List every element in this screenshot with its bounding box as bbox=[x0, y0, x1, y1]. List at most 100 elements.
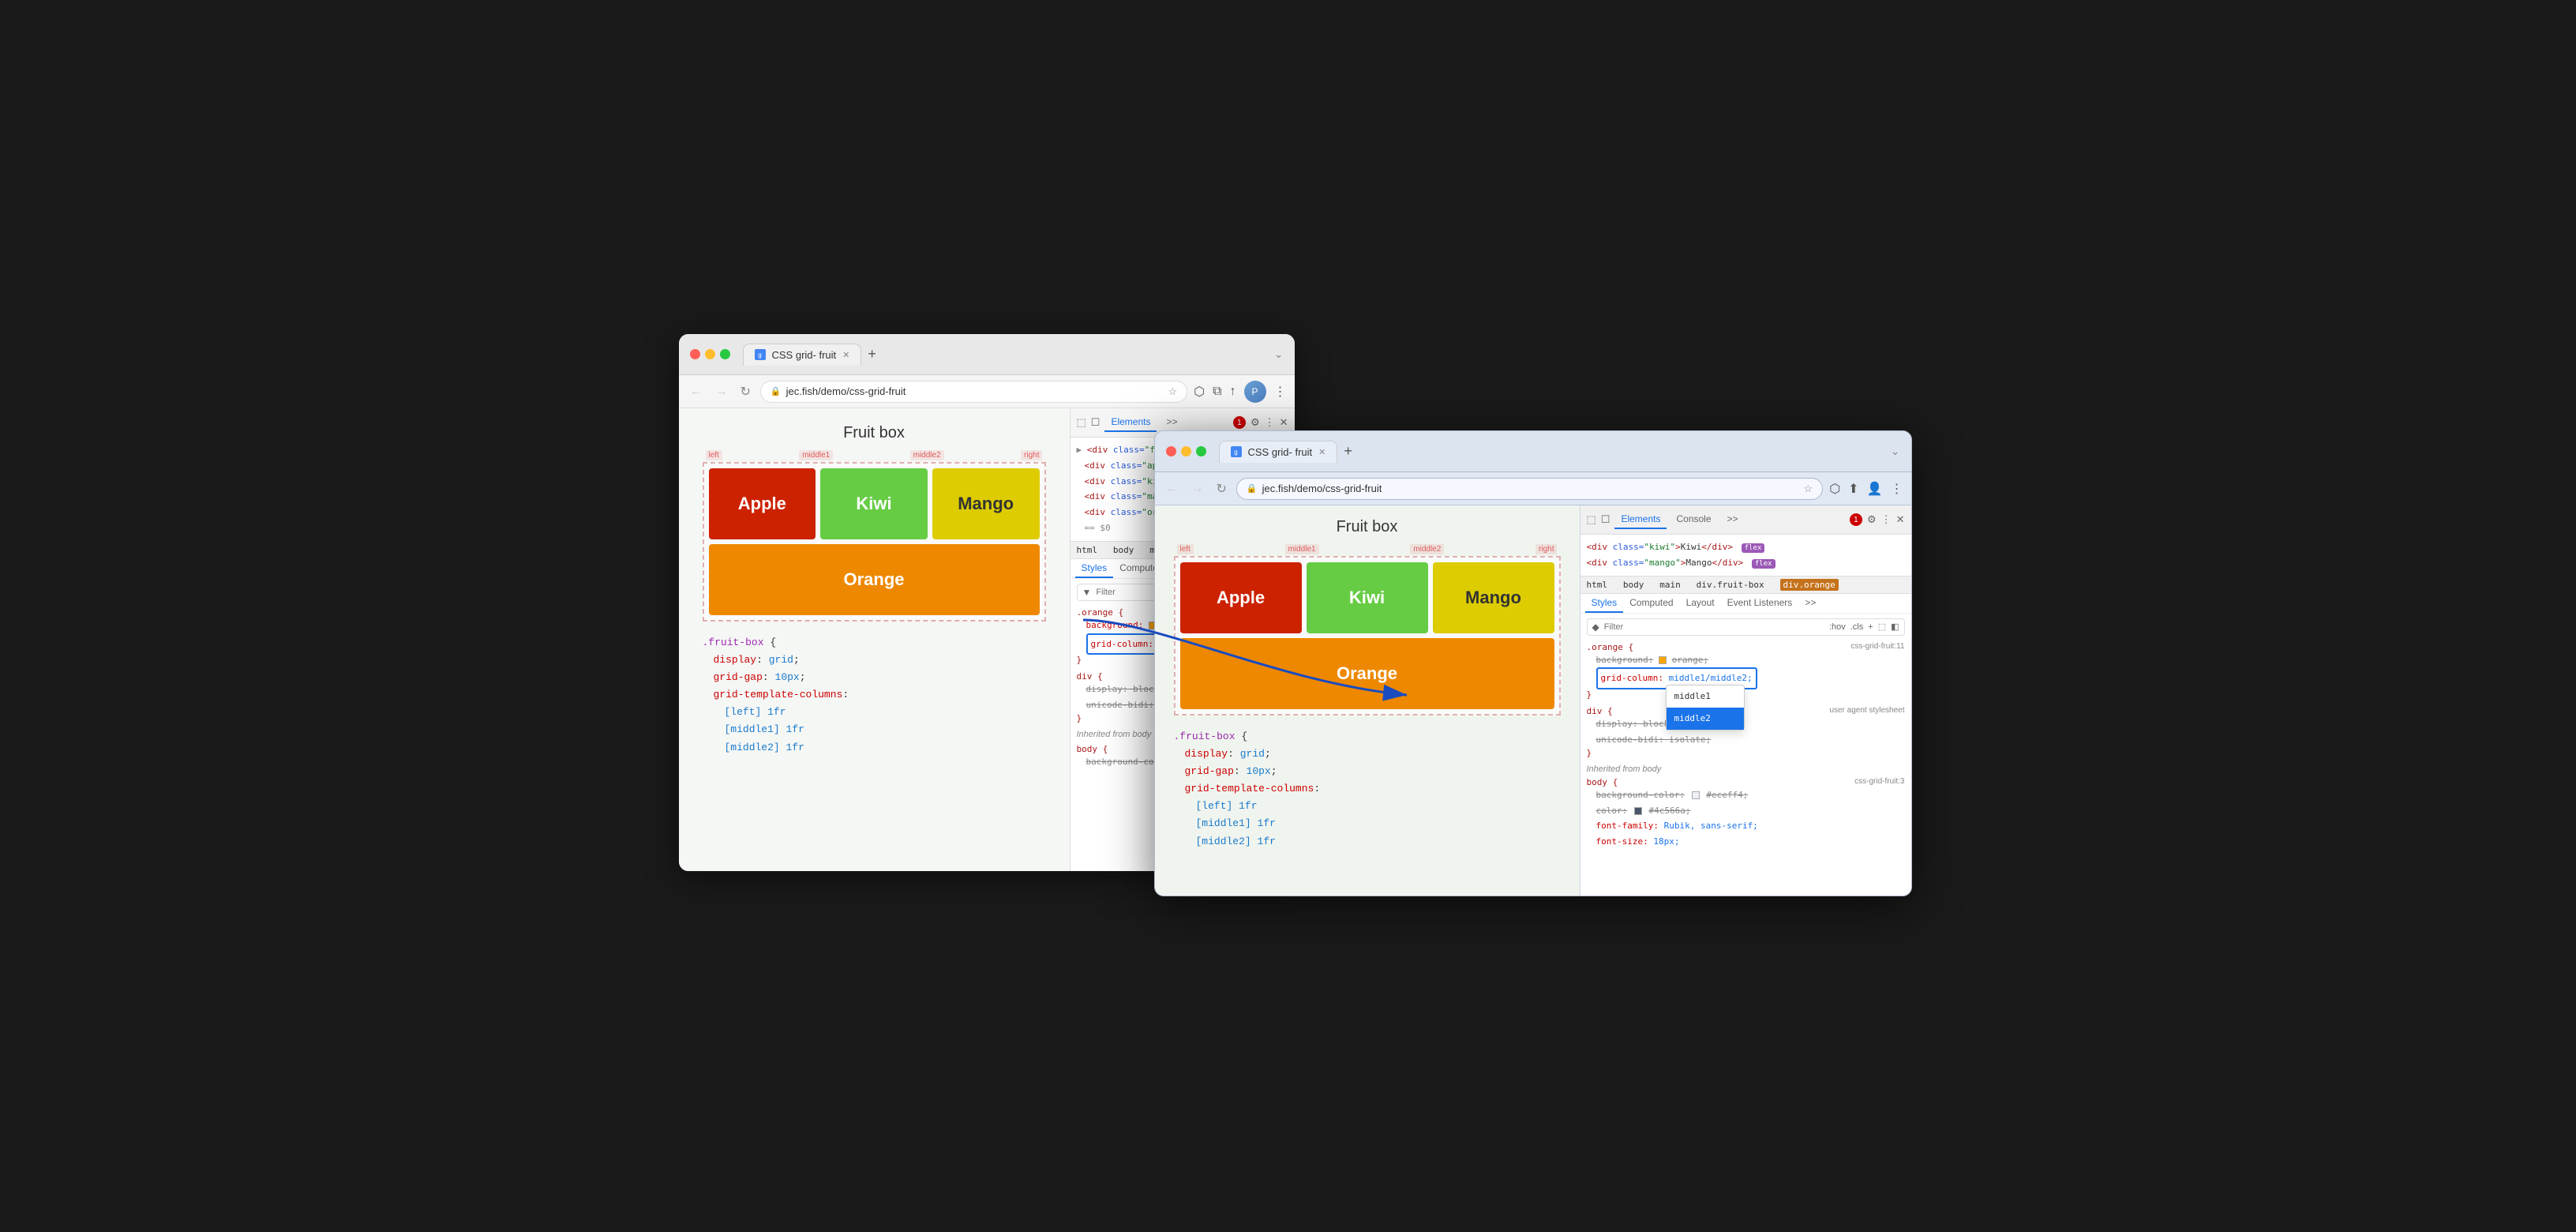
fruit-grid-front: Apple Kiwi Mango Orange bbox=[1174, 556, 1561, 716]
menu-icon-front[interactable]: ⋮ bbox=[1891, 481, 1903, 497]
layout-tab-front[interactable]: Layout bbox=[1680, 594, 1721, 613]
orange-rule-header-front: .orange { css-grid-fruit:11 bbox=[1587, 642, 1905, 652]
active-tab-back[interactable]: g CSS grid- fruit ✕ bbox=[743, 344, 862, 366]
forward-button-front[interactable]: → bbox=[1188, 479, 1207, 499]
tab-more-front[interactable]: >> bbox=[1721, 510, 1745, 529]
styles-tab-front[interactable]: Styles bbox=[1585, 594, 1624, 613]
menu-icon-back[interactable]: ⋮ bbox=[1274, 384, 1287, 400]
layout-btn-front[interactable]: ⬚ bbox=[1878, 622, 1886, 632]
filter-input-front[interactable] bbox=[1604, 622, 1824, 632]
more-tabs-front[interactable]: >> bbox=[1798, 594, 1822, 613]
body-color-front: color: #4c566a; bbox=[1587, 803, 1905, 819]
devtools-device-icon-back[interactable]: ☐ bbox=[1091, 416, 1101, 429]
plus-btn-front[interactable]: + bbox=[1868, 622, 1873, 632]
apple-cell-front: Apple bbox=[1180, 562, 1302, 633]
maximize-button-front[interactable] bbox=[1196, 446, 1206, 456]
tab-console-front[interactable]: Console bbox=[1670, 510, 1717, 529]
back-button-back[interactable]: ← bbox=[687, 381, 706, 402]
orange-gridcol-prop-front: grid-column: middle1/middle2; middle1 mi… bbox=[1587, 667, 1905, 689]
share-icon-back[interactable]: ↑ bbox=[1230, 385, 1236, 399]
cls-btn-front[interactable]: .cls bbox=[1850, 622, 1864, 632]
share-icon-front[interactable]: ⬆ bbox=[1848, 481, 1858, 497]
label-middle1-front: middle1 bbox=[1285, 544, 1319, 554]
close-devtools-front[interactable]: ✕ bbox=[1896, 513, 1905, 526]
label-right-back: right bbox=[1021, 450, 1042, 460]
url-back: jec.fish/demo/css-grid-fruit bbox=[786, 385, 1164, 397]
minimize-button-back[interactable] bbox=[705, 349, 715, 359]
traffic-lights-back bbox=[690, 349, 730, 359]
extensions-icon-back[interactable]: ⧉ bbox=[1213, 385, 1221, 399]
address-bar-front[interactable]: 🔒 jec.fish/demo/css-grid-fruit ☆ bbox=[1236, 478, 1823, 500]
tab-close-front[interactable]: ✕ bbox=[1318, 447, 1325, 457]
more-icon-back[interactable]: ⋮ bbox=[1265, 416, 1275, 429]
profile-icon-front[interactable]: 👤 bbox=[1867, 481, 1883, 497]
breadcrumb-front: html body main div.fruit-box div.orange bbox=[1580, 576, 1911, 594]
back-button-front[interactable]: ← bbox=[1163, 479, 1182, 499]
settings-icon-front[interactable]: ⚙ bbox=[1867, 513, 1877, 526]
toolbar-icons-back: ⬡ ⧉ ↑ P ⋮ bbox=[1194, 381, 1286, 403]
minimize-button-front[interactable] bbox=[1181, 446, 1191, 456]
grid-labels-back: left middle1 middle2 right bbox=[703, 450, 1046, 460]
autocomplete-item-middle2[interactable]: middle2 bbox=[1667, 708, 1744, 730]
hov-btn-front[interactable]: :hov bbox=[1829, 622, 1846, 632]
devtools-panel-front: ⬚ ☐ Elements Console >> 1 ⚙ ⋮ ✕ <div cla… bbox=[1580, 505, 1911, 896]
devtools-device-icon-front[interactable]: ☐ bbox=[1601, 513, 1610, 526]
flex-badge-mango: flex bbox=[1752, 559, 1775, 569]
close-button-back[interactable] bbox=[690, 349, 700, 359]
devtools-inspect-icon-front[interactable]: ⬚ bbox=[1587, 513, 1596, 526]
close-button-front[interactable] bbox=[1166, 446, 1176, 456]
new-tab-button-back[interactable]: + bbox=[868, 346, 876, 362]
profile-avatar-back[interactable]: P bbox=[1244, 381, 1266, 403]
tab-title-front: CSS grid- fruit bbox=[1248, 446, 1313, 458]
tab-favicon-front: g bbox=[1231, 446, 1242, 457]
label-right-front: right bbox=[1535, 544, 1557, 554]
color-btn-front[interactable]: ◧ bbox=[1891, 622, 1899, 632]
autocomplete-dropdown-front: middle1 middle2 bbox=[1666, 685, 1745, 731]
window-menu-back[interactable]: ⌄ bbox=[1274, 347, 1284, 361]
tab-favicon-back: g bbox=[755, 349, 766, 360]
forward-button-back[interactable]: → bbox=[712, 381, 731, 402]
url-front: jec.fish/demo/css-grid-fruit bbox=[1262, 483, 1799, 494]
styles-panel-front: ◆ :hov .cls + ⬚ ◧ .orange { bbox=[1580, 614, 1911, 861]
devtools-tabs-back: Elements >> bbox=[1104, 413, 1228, 432]
styles-tab-back[interactable]: Styles bbox=[1075, 559, 1114, 578]
orange-cell-front: Orange bbox=[1180, 638, 1554, 709]
tab-close-back[interactable]: ✕ bbox=[842, 350, 849, 360]
titlebar-front: g CSS grid- fruit ✕ + ⌄ bbox=[1155, 431, 1911, 472]
new-tab-button-front[interactable]: + bbox=[1344, 443, 1352, 460]
body-selector-front: body { bbox=[1587, 777, 1618, 787]
orange-source-front: css-grid-fruit:11 bbox=[1850, 642, 1904, 652]
address-bar-back[interactable]: 🔒 jec.fish/demo/css-grid-fruit ☆ bbox=[760, 381, 1187, 403]
tab-more-back[interactable]: >> bbox=[1160, 413, 1183, 432]
autocomplete-item-middle1[interactable]: middle1 bbox=[1667, 685, 1744, 708]
fruit-box-title-back: Fruit box bbox=[703, 424, 1046, 442]
more-icon-front[interactable]: ⋮ bbox=[1881, 513, 1892, 526]
window-menu-front[interactable]: ⌄ bbox=[1891, 445, 1900, 458]
maximize-button-back[interactable] bbox=[720, 349, 730, 359]
computed-tab-front[interactable]: Computed bbox=[1623, 594, 1679, 613]
lock-icon-front: 🔒 bbox=[1247, 483, 1258, 494]
browser-front-window: g CSS grid- fruit ✕ + ⌄ ← → ↻ 🔒 jec.fish… bbox=[1154, 430, 1912, 896]
css-code-back: .fruit-box { display: grid; grid-gap: 10… bbox=[703, 634, 1046, 757]
active-tab-front[interactable]: g CSS grid- fruit ✕ bbox=[1219, 441, 1338, 463]
devtools-inspect-icon-back[interactable]: ⬚ bbox=[1077, 416, 1086, 429]
star-icon-front[interactable]: ☆ bbox=[1804, 483, 1813, 495]
div-rule-close-front: } bbox=[1587, 748, 1905, 758]
event-listeners-tab-front[interactable]: Event Listeners bbox=[1721, 594, 1799, 613]
cast-icon-front[interactable]: ⬡ bbox=[1829, 481, 1840, 497]
label-middle2-front: middle2 bbox=[1410, 544, 1444, 554]
body-source-front: css-grid-fruit:3 bbox=[1854, 777, 1904, 787]
tab-elements-back[interactable]: Elements bbox=[1104, 413, 1157, 432]
devtools-header-front: ⬚ ☐ Elements Console >> 1 ⚙ ⋮ ✕ bbox=[1580, 505, 1911, 535]
cast-icon-back[interactable]: ⬡ bbox=[1194, 384, 1205, 400]
tab-elements-front[interactable]: Elements bbox=[1614, 510, 1667, 529]
refresh-button-back[interactable]: ↻ bbox=[737, 381, 754, 403]
star-icon-back[interactable]: ☆ bbox=[1168, 385, 1177, 398]
error-badge-front: 1 bbox=[1850, 513, 1862, 526]
flex-badge-kiwi: flex bbox=[1742, 543, 1765, 553]
refresh-button-front[interactable]: ↻ bbox=[1213, 478, 1230, 500]
settings-icon-back[interactable]: ⚙ bbox=[1251, 416, 1260, 429]
close-devtools-back[interactable]: ✕ bbox=[1280, 416, 1288, 429]
tab-bar-back: g CSS grid- fruit ✕ + bbox=[743, 344, 1268, 366]
tab-title-back: CSS grid- fruit bbox=[772, 349, 837, 361]
